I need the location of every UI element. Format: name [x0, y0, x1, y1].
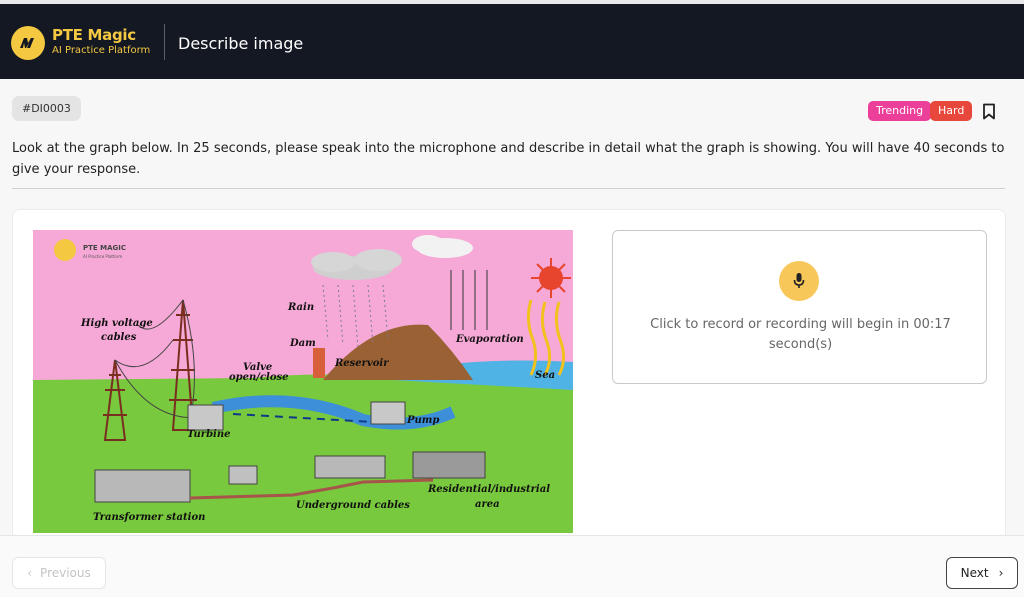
- label-cables: cables: [101, 332, 137, 343]
- page-title: Describe image: [178, 34, 304, 53]
- label-evaporation: Evaporation: [455, 334, 524, 345]
- label-open-close: open/close: [229, 372, 289, 383]
- microphone-icon: [793, 273, 805, 288]
- label-sea: Sea: [535, 370, 555, 381]
- record-button[interactable]: [779, 261, 819, 301]
- label-dam: Dam: [289, 338, 316, 349]
- app-header: PTE Magic AI Practice Platform Describe …: [0, 4, 1024, 79]
- next-label: Next: [960, 566, 989, 580]
- label-underground-cables: Underground cables: [296, 500, 410, 511]
- question-id-badge: #DI0003: [12, 96, 81, 121]
- previous-button[interactable]: ‹ Previous: [12, 557, 106, 589]
- label-residential: Residential/industrial: [427, 484, 550, 495]
- label-pump: Pump: [406, 415, 439, 426]
- chevron-right-icon: ›: [998, 566, 1004, 580]
- label-rain: Rain: [287, 302, 314, 313]
- brand-tagline: AI Practice Platform: [52, 45, 151, 56]
- logo-icon[interactable]: [11, 26, 45, 60]
- divider: [12, 188, 1005, 189]
- watermark-title: PTE MAGIC: [83, 244, 126, 252]
- label-transformer-station: Transformer station: [93, 512, 205, 523]
- trending-badge: Trending: [868, 101, 932, 121]
- label-high-voltage: High voltage: [80, 318, 153, 329]
- header-divider: [164, 24, 165, 60]
- question-instructions: Look at the graph below. In 25 seconds, …: [12, 141, 1005, 177]
- brand-name: PTE Magic: [52, 26, 136, 44]
- difficulty-badge: Hard: [930, 101, 973, 121]
- recorder-panel: Click to record or recording will begin …: [612, 230, 987, 384]
- label-reservoir: Reservoir: [334, 358, 389, 369]
- navigation-footer: ‹ Previous Next ›: [0, 535, 1024, 597]
- recording-status: Click to record or recording will begin …: [650, 317, 951, 352]
- hydro-power-diagram: PTE MAGIC AI Practice Platform Rain Dam …: [33, 230, 573, 533]
- chevron-left-icon: ‹: [27, 566, 33, 580]
- watermark-tagline: AI Practice Platform: [83, 254, 122, 259]
- label-area: area: [475, 499, 500, 510]
- label-turbine: Turbine: [187, 429, 231, 440]
- question-card: PTE MAGIC AI Practice Platform Rain Dam …: [12, 209, 1006, 549]
- next-button[interactable]: Next ›: [946, 557, 1018, 589]
- bookmark-icon[interactable]: [980, 101, 998, 121]
- previous-label: Previous: [40, 566, 91, 580]
